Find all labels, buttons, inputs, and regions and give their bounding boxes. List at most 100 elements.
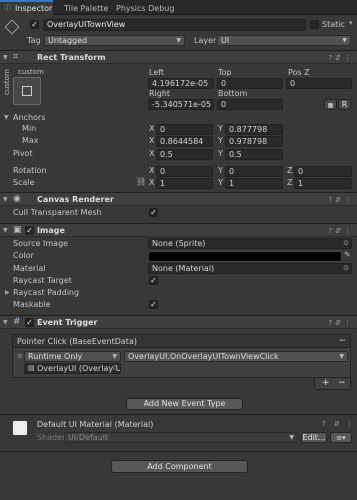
- rotation-z-field[interactable]: 0: [294, 166, 352, 177]
- color-label: Color: [13, 251, 34, 260]
- object-picker-icon[interactable]: ⊙: [112, 364, 118, 373]
- raycast-padding-label: Raycast Padding: [13, 288, 80, 297]
- pivot-x-field[interactable]: 0.5: [156, 149, 213, 160]
- source-image-label: Source Image: [13, 239, 69, 248]
- tab-tile-palette[interactable]: Tile Palette: [64, 4, 110, 15]
- rotation-label: Rotation: [13, 166, 47, 175]
- material-field[interactable]: None (Material) ⊙: [148, 263, 352, 274]
- anchor-preset-label: custom: [18, 68, 44, 76]
- right-field[interactable]: -5.340571e-05: [148, 99, 214, 110]
- settings-icon[interactable]: ⇵: [334, 420, 340, 428]
- max-label: Max: [22, 136, 39, 145]
- rotation-x-axis: X: [149, 166, 155, 175]
- component-menu-icons[interactable]: ?⇵⋮: [328, 53, 354, 63]
- color-field[interactable]: [148, 251, 342, 262]
- scale-z-field[interactable]: 1: [294, 178, 352, 189]
- canvas-renderer-header[interactable]: ▼ ◉ Canvas Renderer ?⇵⋮: [0, 192, 357, 206]
- tab-bar: [0, 0, 357, 15]
- foldout-arrow-icon: ▼: [3, 227, 8, 234]
- raycast-padding-foldout-icon[interactable]: ▶: [5, 288, 10, 298]
- target-object-field[interactable]: ▤ OverlayUI (Overlay UI) ⊙: [24, 363, 121, 374]
- function-value: OverlayUI.OnOverlayUITownViewClick: [128, 352, 279, 361]
- anchor-min-y-field[interactable]: 0.877798: [225, 124, 283, 135]
- tag-dropdown[interactable]: Untagged ▼: [44, 35, 185, 46]
- rotation-z-axis: Z: [287, 166, 293, 175]
- object-picker-icon[interactable]: ⊙: [343, 264, 349, 273]
- add-component-button[interactable]: Add Component: [111, 460, 248, 473]
- eyedropper-icon[interactable]: ✎: [344, 250, 351, 259]
- list-icon: ≡▾: [336, 434, 346, 442]
- bottom-field[interactable]: 0: [217, 99, 283, 110]
- anchor-max-y-field[interactable]: 0.978798: [225, 136, 283, 147]
- tab-physics-debug[interactable]: Physics Debug: [116, 4, 176, 15]
- image-header[interactable]: ▼ ▣ ✓ Image ?⇵⋮: [0, 223, 357, 237]
- anchor-preset-button[interactable]: [13, 77, 41, 105]
- anchor-square-icon: [22, 86, 32, 96]
- material-value: None (Material): [152, 264, 215, 273]
- layer-value: UI: [221, 36, 230, 45]
- source-image-field[interactable]: None (Sprite) ⊙: [148, 238, 352, 249]
- blueprint-mode-button[interactable]: ▦: [324, 99, 337, 110]
- help-icon[interactable]: ?: [322, 420, 326, 428]
- cull-transparent-checkbox[interactable]: ✓: [149, 208, 158, 217]
- image-icon: ▣: [13, 225, 22, 235]
- target-object-value: OverlayUI (Overlay UI): [37, 364, 121, 373]
- list-footer: + −: [314, 378, 351, 390]
- runtime-mode-dropdown[interactable]: Runtime Only ▼: [24, 351, 121, 362]
- side-custom-label: custom: [3, 69, 11, 95]
- material-label: Material: [13, 264, 46, 273]
- tab-inspector[interactable]: ⓘ Inspector: [0, 0, 53, 15]
- active-checkbox[interactable]: ✓: [30, 20, 39, 29]
- rect-transform-icon: ⌗: [13, 52, 19, 62]
- source-image-value: None (Sprite): [152, 239, 206, 248]
- rotation-x-field[interactable]: 0: [156, 166, 213, 177]
- layer-dropdown[interactable]: UI ▼: [217, 35, 351, 46]
- add-new-event-type-button[interactable]: Add New Event Type: [126, 398, 243, 410]
- link-icon[interactable]: ⛓: [136, 177, 146, 186]
- rect-transform-header[interactable]: ▼ ⌗ Rect Transform ?⇵⋮: [0, 50, 357, 64]
- anchor-max-x-field[interactable]: 0.8644584: [156, 136, 213, 147]
- event-trigger-enabled-checkbox[interactable]: ✓: [25, 318, 34, 327]
- pivot-y-field[interactable]: 0.5: [225, 149, 283, 160]
- tab-physics-debug-label: Physics Debug: [116, 4, 175, 13]
- runtime-mode-value: Runtime Only: [28, 352, 83, 361]
- anchor-min-x-field[interactable]: 0: [156, 124, 213, 135]
- rotation-y-field[interactable]: 0: [225, 166, 283, 177]
- tab-inspector-label: Inspector: [15, 4, 53, 13]
- image-enabled-checkbox[interactable]: ✓: [25, 226, 34, 235]
- script-icon: ▤: [28, 364, 35, 372]
- static-label: Static: [322, 20, 345, 29]
- object-picker-icon[interactable]: ⊙: [343, 239, 349, 248]
- maskable-checkbox[interactable]: ✓: [149, 300, 158, 309]
- raycast-target-checkbox[interactable]: ✓: [149, 276, 158, 285]
- canvas-renderer-title: Canvas Renderer: [37, 195, 114, 204]
- function-dropdown[interactable]: OverlayUI.OnOverlayUITownViewClick ▼: [124, 351, 348, 362]
- foldout-arrow-icon: ▼: [3, 54, 8, 61]
- drag-handle-icon[interactable]: ≡: [17, 352, 23, 360]
- anchors-foldout-icon[interactable]: ▼: [4, 113, 9, 123]
- shader-dropdown[interactable]: UI/Default ▼: [64, 432, 298, 443]
- component-menu-icons[interactable]: ?⇵⋮: [328, 226, 354, 236]
- event-remove-icon[interactable]: −: [338, 336, 346, 346]
- event-trigger-header[interactable]: ▼ # ✓ Event Trigger ?⇵⋮: [0, 315, 357, 329]
- static-checkbox[interactable]: [310, 20, 319, 29]
- posz-field[interactable]: 0: [286, 78, 352, 89]
- more-icon[interactable]: ⋮: [346, 420, 353, 428]
- object-name-field[interactable]: OverlayUITownView: [43, 19, 306, 31]
- top-field[interactable]: 0: [217, 78, 283, 89]
- left-field[interactable]: 4.196172e-05: [148, 78, 214, 89]
- shader-options-button[interactable]: ≡▾: [330, 432, 352, 443]
- scale-x-field[interactable]: 1: [156, 178, 213, 189]
- component-menu-icons[interactable]: ?⇵⋮: [328, 318, 354, 328]
- add-listener-button[interactable]: +: [322, 378, 330, 388]
- chevron-down-icon[interactable]: ▾: [349, 19, 353, 27]
- component-menu-icons[interactable]: ?⇵⋮: [328, 195, 354, 205]
- raw-edit-button[interactable]: R: [338, 99, 351, 110]
- shader-edit-button[interactable]: Edit...: [301, 432, 327, 443]
- scale-y-field[interactable]: 1: [225, 178, 283, 189]
- remove-listener-button[interactable]: −: [338, 378, 346, 388]
- image-title: Image: [37, 226, 65, 235]
- chevron-down-icon: ▼: [176, 37, 181, 44]
- min-x-axis: X: [149, 124, 155, 133]
- material-title: Default UI Material (Material): [37, 420, 154, 429]
